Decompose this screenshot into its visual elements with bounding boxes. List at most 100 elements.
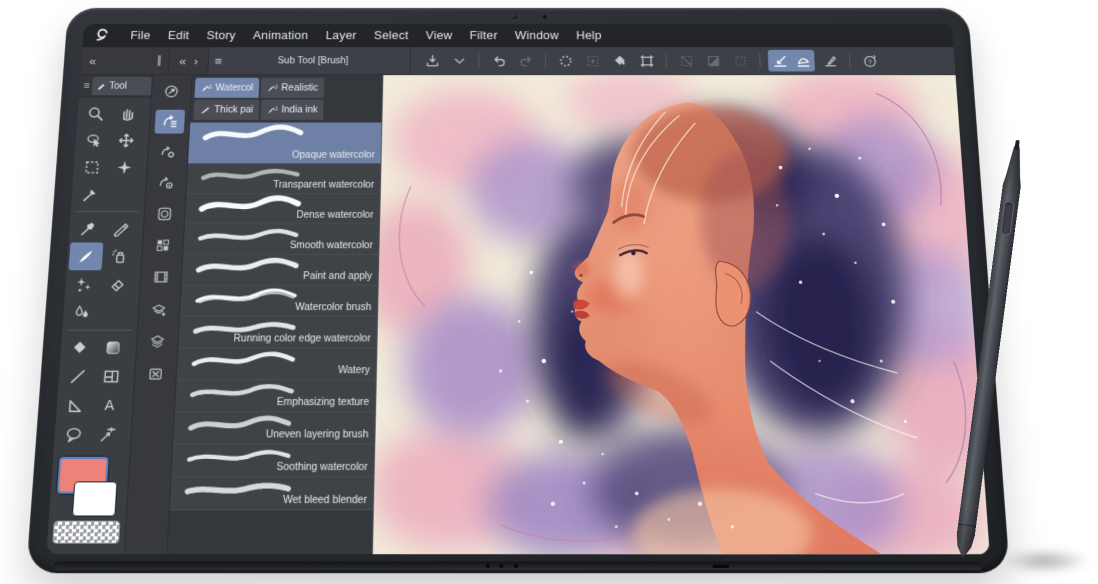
brush-row-opaque-watercolor[interactable]: Opaque watercolor [188,123,381,165]
front-camera [513,14,518,18]
pogo-pin [499,564,503,568]
layer-stack-icon[interactable] [142,329,174,355]
menu-view[interactable]: View [417,24,461,47]
pen-tool-icon[interactable] [71,215,106,243]
menu-story[interactable]: Story [197,24,244,47]
canvas-area[interactable] [373,75,990,554]
brush-row-paint-and-apply[interactable]: Paint and apply [182,255,379,286]
pencil-tool-icon[interactable] [103,215,137,243]
save-icon[interactable] [420,50,443,72]
brush-row-smooth-watercolor[interactable]: Smooth watercolor [183,224,379,255]
flip-horizontal-icon[interactable] [154,110,185,134]
svg-text:A: A [104,398,116,414]
blend-tool-icon[interactable] [65,298,100,326]
brush-row-watery[interactable]: Watery [177,348,377,380]
line-tool-icon[interactable] [60,362,95,391]
redo-icon[interactable] [514,50,537,72]
toolbar-separator [849,53,851,67]
help-icon[interactable]: ? [857,50,881,72]
deselect-icon[interactable] [581,50,604,72]
marquee-tool-icon[interactable] [75,154,109,181]
operate-tool-icon[interactable] [77,127,111,154]
tone-selection-icon[interactable] [701,50,725,72]
tab-watercolor[interactable]: Watercol [194,78,259,98]
eraser-tool-icon[interactable] [100,270,135,298]
brush-label: Paint and apply [303,271,372,283]
toolbar-separator [759,53,761,67]
transparent-color-swatch[interactable] [52,521,120,544]
collapse-mid-icon[interactable]: « [179,55,187,67]
menu-edit[interactable]: Edit [159,24,199,47]
crop-frame-icon[interactable] [635,50,659,72]
expand-more-icon[interactable] [447,50,470,72]
menu-select[interactable]: Select [365,24,417,47]
watercolor-artwork [373,75,990,554]
brush-row-uneven-layering-brush[interactable]: Uneven layering brush [173,412,375,444]
refresh-icon[interactable] [554,50,577,72]
scene: File Edit Story Animation Layer Select V… [0,0,1098,584]
zoom-tool-icon[interactable] [79,101,113,128]
empty-cell [98,298,133,326]
color-set-icon[interactable] [147,233,178,258]
gradient-tool-icon[interactable] [95,334,130,363]
menu-bar: File Edit Story Animation Layer Select V… [82,24,953,47]
convert-selection-icon[interactable] [674,50,698,72]
fill-icon[interactable] [608,50,632,72]
rotate-view-icon[interactable] [156,80,186,104]
expand-right-icon[interactable]: › [194,55,199,67]
perspective-snap-icon[interactable] [818,50,842,72]
menu-help[interactable]: Help [567,24,610,47]
subtool-panel-title: Sub Tool [Brush] [222,56,404,66]
tool-panel-header-strip: « [81,47,171,74]
balloon-tool-icon[interactable] [56,420,92,449]
secondary-color-swatch[interactable] [72,481,118,516]
menu-layer[interactable]: Layer [316,24,365,47]
brush-row-wet-bleed-blender[interactable]: Wet bleed blender [170,477,374,510]
stamp-selection-icon[interactable] [728,50,752,72]
decoration-tool-icon[interactable] [67,270,102,298]
tab-thick-paint[interactable]: Thick pai [193,100,259,120]
brush-tool-icon[interactable] [69,242,104,270]
tab-india-ink[interactable]: India ink [261,100,324,120]
pen-mini-icon [96,81,106,90]
menu-file[interactable]: File [121,24,160,47]
menu-animation[interactable]: Animation [244,24,317,47]
tab-tool[interactable]: Tool [92,77,152,95]
brush-row-dense-watercolor[interactable]: Dense watercolor [185,194,380,224]
auto-select-tool-icon[interactable] [107,154,141,181]
brush-row-emphasizing-texture[interactable]: Emphasizing texture [175,380,376,412]
transform-settings-icon[interactable] [153,140,184,164]
tab-realistic[interactable]: Realistic [261,78,325,98]
brush-row-watercolor-brush[interactable]: Watercolor brush [180,286,378,317]
hand-tool-icon[interactable] [111,101,145,128]
correct-line-tool-icon[interactable] [90,420,126,449]
frame-border-tool-icon[interactable] [94,362,129,391]
subtool-tabs: Watercol Realistic Thick pai India ink [190,75,382,120]
undo-icon[interactable] [487,50,510,72]
tool-panel-menu-icon[interactable]: ≡ [83,81,90,91]
special-ruler-snap-icon[interactable] [791,50,815,72]
ruler-snap-icon[interactable] [768,50,792,72]
new-layer-icon[interactable] [143,296,175,321]
drag-handle[interactable] [157,55,161,66]
text-tool-icon[interactable]: A [92,391,128,420]
clip-studio-paint-logo-icon[interactable] [92,27,112,45]
brush-row-running-color-edge-watercolor[interactable]: Running color edge watercolor [178,317,377,348]
animation-frames-icon[interactable] [145,265,176,290]
subtool-panel: Watercol Realistic Thick pai India ink O… [167,75,383,554]
screen-mode-icon[interactable] [149,202,180,227]
eyedropper-tool-icon[interactable] [73,181,107,208]
move-tool-icon[interactable] [109,127,143,154]
collapse-left-icon[interactable]: « [89,55,97,67]
figure-tool-icon[interactable] [58,391,94,420]
menu-window[interactable]: Window [506,24,567,47]
tablet-device: File Edit Story Animation Layer Select V… [26,8,1010,573]
menu-filter[interactable]: Filter [461,24,506,47]
brush-label: Watery [338,365,370,377]
fill-tool-icon[interactable] [62,334,97,363]
brush-row-soothing-watercolor[interactable]: Soothing watercolor [171,445,374,478]
target-settings-icon[interactable] [151,171,182,195]
airbrush-tool-icon[interactable] [102,242,137,270]
crossed-frame-icon[interactable] [140,361,172,387]
brush-row-transparent-watercolor[interactable]: Transparent watercolor [186,164,380,194]
